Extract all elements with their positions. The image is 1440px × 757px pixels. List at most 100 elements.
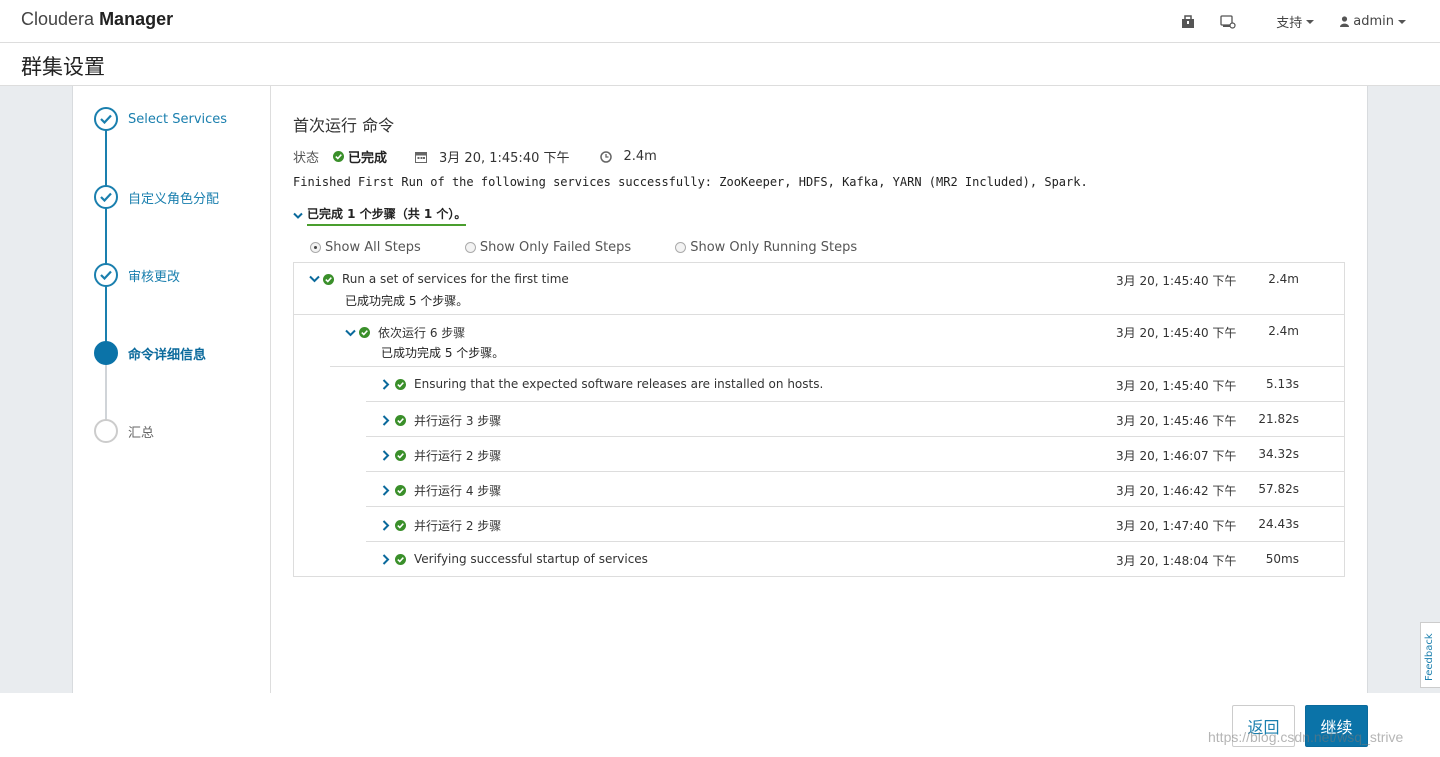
step-name: 依次运行 6 步骤 (378, 326, 466, 340)
step-timestamp: 3月 20, 1:46:42 下午 (1116, 484, 1237, 498)
success-check-icon (323, 273, 334, 285)
running-commands-icon[interactable] (1220, 14, 1236, 30)
chevron-down-icon (1398, 19, 1406, 24)
success-check-icon (395, 415, 406, 426)
wizard-step-label: 自定义角色分配 (128, 191, 220, 207)
steps-summary-toggle[interactable]: 已完成 1 个步骤（共 1 个）。 (293, 205, 467, 226)
step-duration: 24.43s (1258, 517, 1299, 531)
wizard-step-label: Select Services (128, 111, 228, 127)
chevron-down-icon (293, 212, 303, 219)
clock-icon (599, 150, 612, 163)
filter-running-steps[interactable]: Show Only Running Steps (675, 240, 857, 255)
wizard-steps: Select Services 自定义角色分配 审核更改 命令详细信息 汇总 (73, 86, 271, 693)
step-timestamp: 3月 20, 1:48:04 下午 (1116, 554, 1237, 568)
step-timestamp: 3月 20, 1:45:40 下午 (1116, 379, 1237, 393)
support-menu[interactable]: 支持 (1276, 12, 1315, 31)
top-navbar: Cloudera Manager 支持 admin (0, 0, 1440, 43)
step-duration: 21.82s (1258, 412, 1299, 426)
table-row: 依次运行 6 步骤 已成功完成 5 个步骤。 3月 20, 1:45:40 下午… (294, 315, 1344, 367)
current-step-dot (94, 341, 118, 365)
table-row: Verifying successful startup of services… (294, 542, 1344, 577)
filter-label: Show Only Failed Steps (479, 240, 632, 255)
command-status-row: 状态 已完成 3月 20, 1:45:40 下午 2.4m (293, 147, 657, 166)
step-duration: 5.13s (1266, 377, 1299, 391)
step-timestamp: 3月 20, 1:45:40 下午 (1116, 274, 1237, 288)
filter-label: Show Only Running Steps (690, 240, 858, 255)
step-timestamp: 3月 20, 1:45:40 下午 (1116, 326, 1237, 340)
pending-step-dot (94, 419, 118, 443)
brand-logo[interactable]: Cloudera Manager (21, 9, 173, 30)
table-row: Ensuring that the expected software rele… (294, 367, 1344, 402)
wizard-step-select-services[interactable]: Select Services (94, 107, 227, 131)
steps-table: Run a set of services for the first time… (293, 262, 1345, 577)
status-key: 状态 (293, 151, 320, 166)
start-time: 3月 20, 1:45:40 下午 (439, 151, 570, 166)
command-duration: 2.4m (623, 149, 657, 164)
feedback-tab[interactable]: Feedback (1420, 622, 1440, 688)
user-icon (1340, 16, 1350, 27)
wizard-step-label: 命令详细信息 (128, 347, 207, 363)
success-check-icon (395, 485, 406, 496)
filter-label: Show All Steps (325, 240, 421, 255)
progress-line (105, 122, 107, 354)
step-name: 并行运行 3 步骤 (414, 414, 502, 428)
parcel-icon[interactable] (1180, 14, 1196, 30)
success-check-icon (395, 553, 406, 565)
success-check-icon (395, 520, 406, 531)
brand-name-light: Cloudera (21, 9, 95, 29)
command-details: 首次运行 命令 状态 已完成 3月 20, 1:45:40 下午 2.4m Fi… (292, 86, 1352, 693)
chevron-down-icon[interactable] (344, 327, 356, 339)
radio-selected (310, 242, 321, 253)
success-check-icon (333, 151, 345, 162)
table-row: 并行运行 2 步骤 3月 20, 1:47:40 下午 24.43s (294, 507, 1344, 542)
chevron-right-icon[interactable] (380, 450, 392, 462)
table-row: 并行运行 3 步骤 3月 20, 1:45:46 下午 21.82s (294, 402, 1344, 437)
user-menu-label: admin (1353, 14, 1394, 29)
steps-summary-label: 已完成 1 个步骤（共 1 个）。 (307, 205, 467, 226)
user-menu[interactable]: admin (1340, 14, 1406, 29)
wizard-step-command-details[interactable]: 命令详细信息 (94, 341, 206, 365)
step-name: 并行运行 2 步骤 (414, 519, 502, 533)
step-name: 并行运行 4 步骤 (414, 484, 502, 498)
radio-unselected (464, 242, 476, 253)
watermark: https://blog.csdn.net/wsq_strive (1208, 729, 1404, 745)
step-duration: 50ms (1265, 552, 1299, 566)
chevron-right-icon[interactable] (380, 520, 392, 532)
success-check-icon (395, 378, 406, 390)
chevron-down-icon[interactable] (308, 273, 320, 285)
step-duration: 2.4m (1268, 272, 1299, 286)
top-nav: 支持 admin (1180, 0, 1406, 43)
step-subtitle: 已成功完成 5 个步骤。 (345, 294, 469, 308)
page-title: 群集设置 (21, 55, 105, 79)
wizard-step-review-changes[interactable]: 审核更改 (94, 263, 180, 287)
table-row: Run a set of services for the first time… (294, 263, 1344, 315)
feedback-label: Feedback (1424, 633, 1435, 681)
check-icon (94, 263, 118, 287)
filter-failed-steps[interactable]: Show Only Failed Steps (464, 240, 632, 255)
step-name: Run a set of services for the first time (342, 272, 569, 286)
check-icon (94, 185, 118, 209)
step-name: 并行运行 2 步骤 (414, 449, 502, 463)
wizard-step-label: 审核更改 (128, 269, 181, 285)
step-duration: 34.32s (1258, 447, 1299, 461)
radio-unselected (675, 242, 687, 253)
chevron-right-icon[interactable] (380, 415, 392, 427)
step-duration: 57.82s (1258, 482, 1299, 496)
chevron-down-icon (1306, 19, 1315, 24)
brand-name-bold: Manager (99, 9, 174, 29)
progress-line-pending (105, 364, 107, 420)
main-stage: Select Services 自定义角色分配 审核更改 命令详细信息 汇总 首… (0, 86, 1440, 693)
page-title-bar: 群集设置 (0, 43, 1440, 86)
wizard-step-label: 汇总 (128, 425, 155, 441)
filter-all-steps[interactable]: Show All Steps (310, 240, 421, 255)
table-row: 并行运行 4 步骤 3月 20, 1:46:42 下午 57.82s (294, 472, 1344, 507)
chevron-right-icon[interactable] (380, 485, 392, 497)
wizard-panel: Select Services 自定义角色分配 审核更改 命令详细信息 汇总 首… (72, 86, 1368, 693)
chevron-right-icon[interactable] (380, 378, 392, 390)
chevron-right-icon[interactable] (380, 553, 392, 565)
step-timestamp: 3月 20, 1:47:40 下午 (1116, 519, 1237, 533)
step-timestamp: 3月 20, 1:45:46 下午 (1116, 414, 1237, 428)
wizard-step-role-assignment[interactable]: 自定义角色分配 (94, 185, 219, 209)
check-icon (94, 107, 118, 131)
status-value: 已完成 (348, 151, 388, 166)
